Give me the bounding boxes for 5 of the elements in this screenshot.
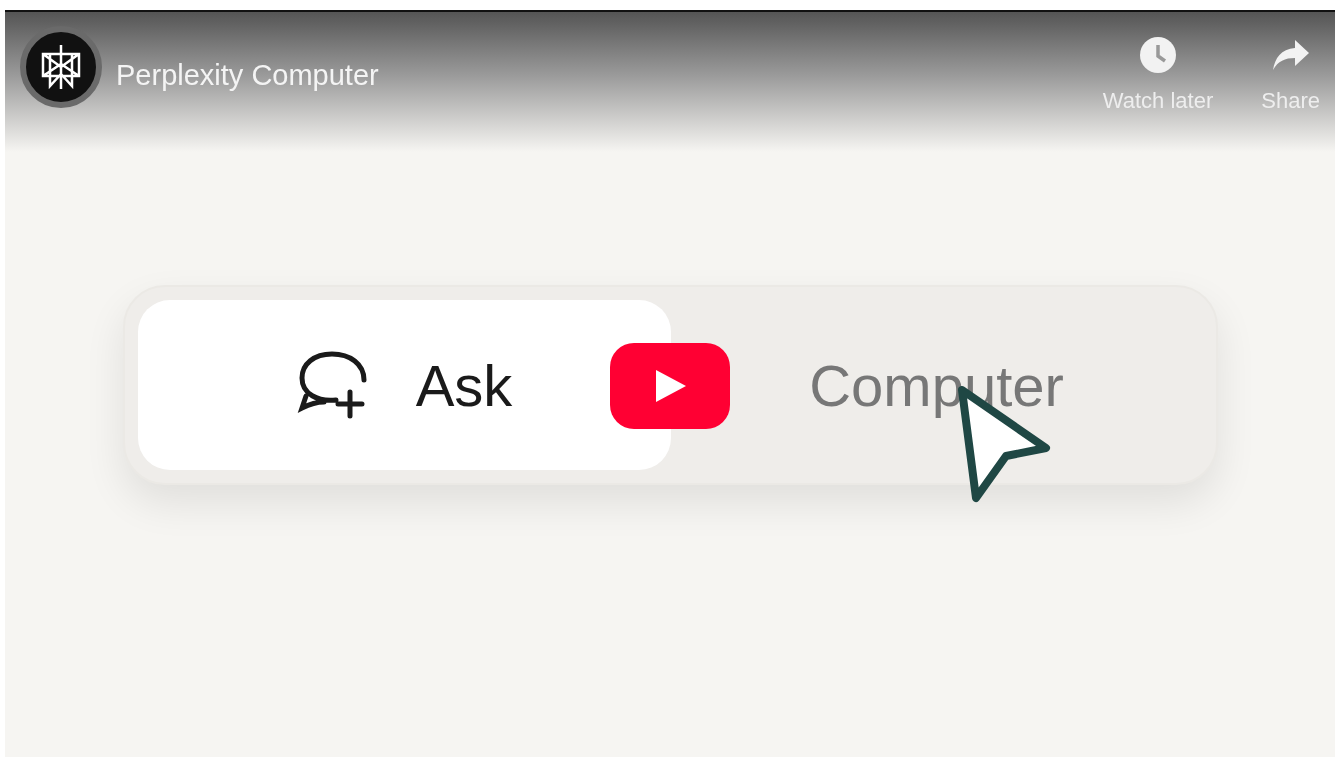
play-button[interactable] bbox=[610, 343, 730, 429]
video-player[interactable]: Ask Computer Perplexity Computer Watch later Share bbox=[5, 10, 1335, 757]
mode-tab[interactable]: Ask bbox=[137, 300, 671, 470]
video-title[interactable]: Perplexity Computer bbox=[116, 54, 379, 98]
clock-icon bbox=[1139, 36, 1178, 74]
